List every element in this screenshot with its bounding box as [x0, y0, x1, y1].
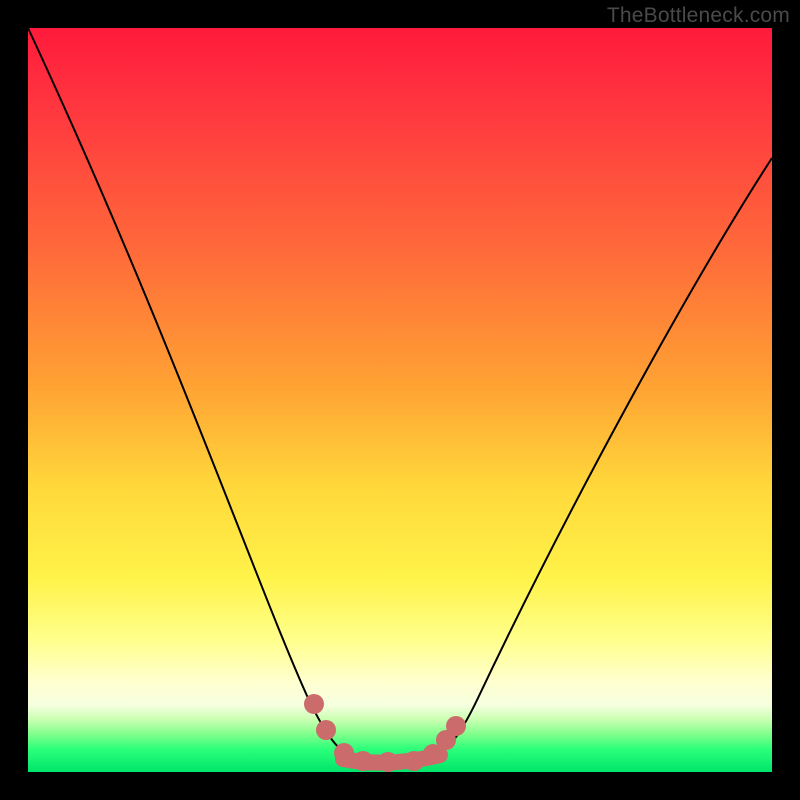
valley-marker: [334, 743, 354, 763]
valley-marker: [304, 694, 324, 714]
valley-marker: [316, 720, 336, 740]
chart-frame: TheBottleneck.com: [0, 0, 800, 800]
valley-marker: [378, 752, 398, 772]
valley-marker: [353, 751, 373, 771]
bottleneck-curve: [28, 28, 772, 761]
valley-marker: [404, 751, 424, 771]
valley-marker: [446, 716, 466, 736]
watermark-text: TheBottleneck.com: [607, 4, 790, 28]
chart-svg: [28, 28, 772, 772]
chart-plot-area: [28, 28, 772, 772]
